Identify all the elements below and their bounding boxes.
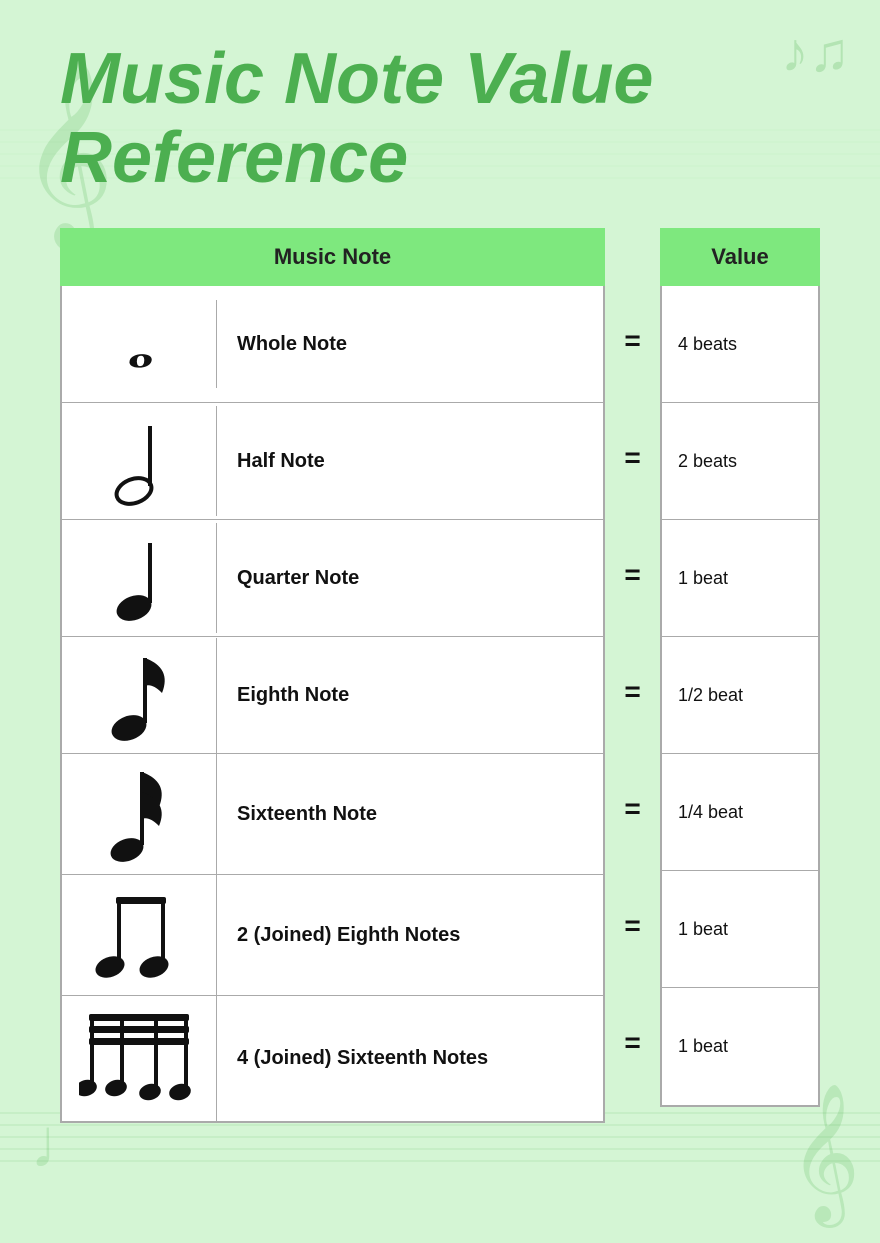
note-name-cell: 4 (Joined) Sixteenth Notes (217, 1037, 603, 1080)
equals-item: = (605, 984, 660, 1101)
value-row: 1 beat (662, 520, 818, 637)
value-row: 4 beats (662, 286, 818, 403)
whole-note-icon: 𝅝 (126, 310, 153, 378)
sixteenth-note-icon (107, 764, 172, 864)
joined-eighth-notes-icon (94, 885, 184, 985)
note-name-cell: Quarter Note (217, 557, 603, 600)
note-icon-cell (62, 754, 217, 874)
value-row: 2 beats (662, 403, 818, 520)
note-icon-cell (62, 523, 217, 633)
table-row: 4 (Joined) Sixteenth Notes (62, 996, 603, 1121)
joined-sixteenth-notes-icon (79, 1006, 199, 1111)
value-row: 1/4 beat (662, 754, 818, 871)
note-icon-cell (62, 875, 217, 995)
value-row: 1 beat (662, 988, 818, 1105)
equals-item: = (605, 867, 660, 984)
equals-column: = = = = = = = (605, 282, 660, 1101)
table-row: 2 (Joined) Eighth Notes (62, 875, 603, 996)
music-note-header: Music Note (60, 228, 605, 286)
half-note-icon (112, 416, 167, 506)
equals-item: = (605, 633, 660, 750)
eighth-note-icon (107, 648, 172, 743)
note-icon-cell (62, 996, 217, 1121)
table-row: Eighth Note (62, 637, 603, 754)
note-name-cell: 2 (Joined) Eighth Notes (217, 914, 603, 957)
page-title: Music Note Value Reference (60, 40, 653, 198)
value-row: 1 beat (662, 871, 818, 988)
value-row: 1/2 beat (662, 637, 818, 754)
note-name-cell: Eighth Note (217, 674, 603, 717)
equals-item: = (605, 516, 660, 633)
table-row: Half Note (62, 403, 603, 520)
equals-item: = (605, 750, 660, 867)
table-row: Sixteenth Note (62, 754, 603, 875)
equals-item: = (605, 282, 660, 399)
table-row: 𝅝 Whole Note (62, 286, 603, 403)
note-icon-cell (62, 406, 217, 516)
value-header: Value (660, 228, 820, 286)
note-icon-cell (62, 638, 217, 753)
note-name-cell: Sixteenth Note (217, 793, 603, 836)
equals-item: = (605, 399, 660, 516)
note-name-cell: Half Note (217, 440, 603, 483)
value-table: Value 4 beats 2 beats 1 beat 1/2 beat 1/… (660, 228, 820, 1107)
note-name-cell: Whole Note (217, 323, 603, 366)
note-icon-cell: 𝅝 (62, 300, 217, 388)
quarter-note-icon (112, 533, 167, 623)
table-row: Quarter Note (62, 520, 603, 637)
music-note-table: Music Note 𝅝 Whole Note (60, 228, 605, 1123)
